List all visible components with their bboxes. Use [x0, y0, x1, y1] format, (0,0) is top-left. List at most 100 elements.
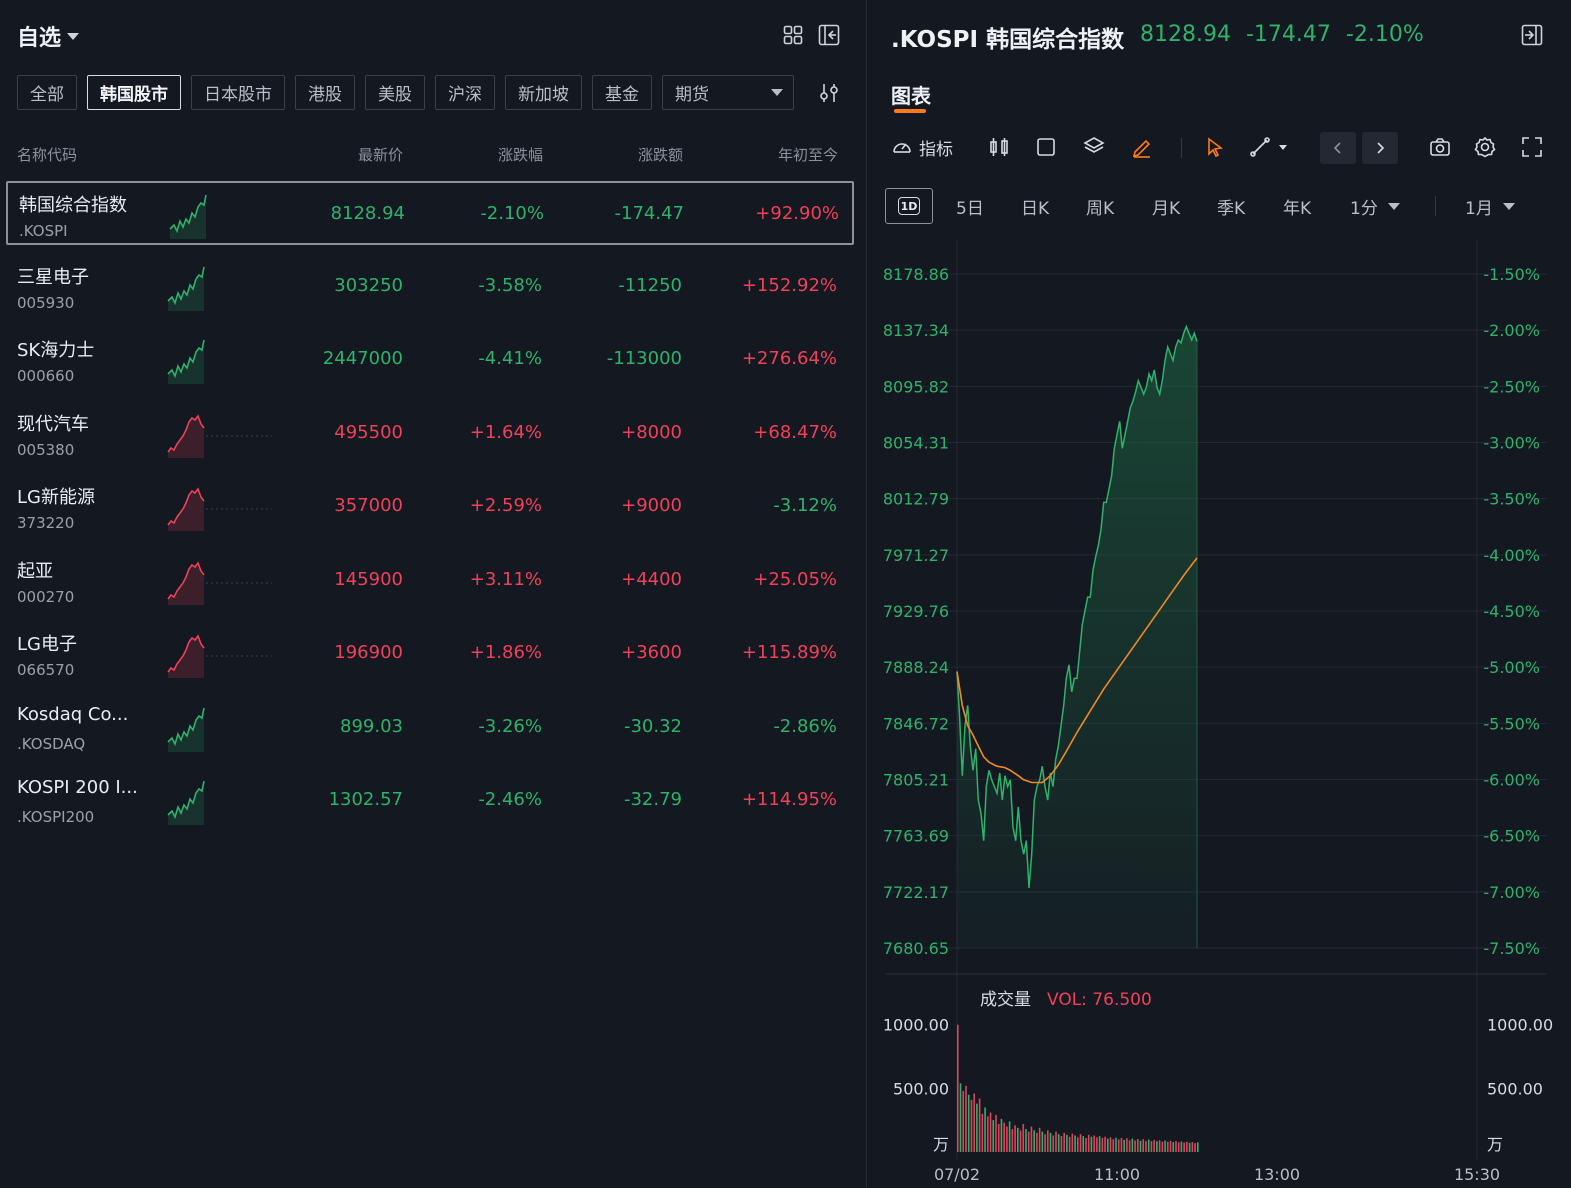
- watchlist-row[interactable]: 韩国综合指数 .KOSPI 8128.94 -2.10% -174.47 +92.90%: [6, 181, 854, 245]
- watchlist-row[interactable]: KOSPI 200 I... .KOSPI200 1302.57 -2.46% -32.…: [6, 769, 854, 833]
- y-tick-label: 8095.82: [883, 377, 949, 396]
- futures-select[interactable]: 期货: [662, 75, 794, 110]
- rectangle-icon[interactable]: [1035, 132, 1057, 162]
- volume-bar: [1066, 1134, 1068, 1152]
- intraday-chart[interactable]: 8178.86 8137.34 8095.82 8054.31 8012.79 7971.…: [867, 0, 1571, 1188]
- tab-chart[interactable]: 图表: [891, 80, 931, 109]
- watchlist-row[interactable]: 现代汽车 005380 495500 +1.64% +8000 +68.47%: [6, 402, 854, 466]
- candlestick-icon[interactable]: [988, 132, 1010, 162]
- tab-market-3[interactable]: 港股: [295, 75, 355, 110]
- watchlist-title[interactable]: 自选: [17, 20, 80, 52]
- watchlist-row[interactable]: LG新能源 373220 357000 +2.59% +9000 -3.12%: [6, 475, 854, 539]
- row-change-pct: -2.46%: [478, 789, 542, 810]
- period-button-5[interactable]: 年K: [1283, 188, 1311, 224]
- column-header-price[interactable]: 最新价: [320, 144, 403, 165]
- volume-bar: [1158, 1140, 1161, 1152]
- tab-market-6[interactable]: 新加坡: [505, 75, 582, 110]
- camera-icon[interactable]: [1429, 132, 1451, 162]
- row-change-amt: -30.32: [623, 715, 682, 737]
- x-tick-label: 13:00: [1254, 1165, 1300, 1184]
- period-bar: 1D 5日 日K 周K 月K 季K 年K 1分 1月: [885, 188, 1545, 224]
- column-header-name[interactable]: 名称代码: [17, 144, 77, 165]
- collapse-left-icon[interactable]: [818, 24, 840, 46]
- interval-select[interactable]: 1分: [1350, 188, 1400, 224]
- y-pct-tick-label: -2.00%: [1483, 321, 1540, 340]
- period-button-4[interactable]: 季K: [1217, 188, 1245, 224]
- tab-market-2[interactable]: 日本股市: [191, 75, 285, 110]
- volume-bar: [973, 1093, 975, 1152]
- x-tick-label: 15:30: [1454, 1165, 1500, 1184]
- tab-market-4[interactable]: 美股: [365, 75, 425, 110]
- caret-down-icon: [771, 89, 783, 96]
- volume-bar: [1161, 1141, 1164, 1152]
- period-button-1[interactable]: 日K: [1021, 188, 1049, 224]
- volume-bar: [1147, 1139, 1150, 1152]
- y-pct-tick-label: -3.50%: [1483, 490, 1540, 509]
- nav-next-button[interactable]: [1362, 132, 1398, 164]
- fullscreen-icon[interactable]: [1521, 132, 1543, 162]
- range-select[interactable]: 1月: [1465, 188, 1515, 224]
- volume-bar: [1033, 1130, 1035, 1152]
- watchlist-row[interactable]: LG电子 066570 196900 +1.86% +3600 +115.89%: [6, 622, 854, 686]
- column-header-change-amt[interactable]: 涨跌额: [600, 144, 683, 165]
- pencil-icon[interactable]: [1131, 132, 1153, 162]
- column-header-change-pct[interactable]: 涨跌幅: [460, 144, 543, 165]
- period-button-0[interactable]: 5日: [956, 188, 984, 224]
- tab-market-7[interactable]: 基金: [592, 75, 652, 110]
- period-button-3[interactable]: 月K: [1152, 188, 1180, 224]
- grid-icon[interactable]: [782, 24, 804, 46]
- volume-bar: [1120, 1138, 1123, 1152]
- layers-icon[interactable]: [1083, 132, 1105, 162]
- nav-prev-button[interactable]: [1320, 132, 1356, 164]
- volume-bar: [976, 1103, 978, 1152]
- watchlist-row[interactable]: Kosdaq Co... .KOSDAQ 899.03 -3.26% -30.32 -2.…: [6, 696, 854, 760]
- watchlist-row[interactable]: 起亚 000270 145900 +3.11% +4400 +25.05%: [6, 549, 854, 613]
- row-ytd: -2.86%: [773, 715, 837, 737]
- row-ytd: +152.92%: [741, 274, 837, 296]
- volume-bar: [989, 1112, 992, 1152]
- row-ytd: +276.64%: [741, 348, 837, 369]
- y-pct-tick-label: -6.00%: [1483, 771, 1540, 790]
- row-name: LG电子: [17, 634, 77, 655]
- volume-bar: [1082, 1136, 1085, 1152]
- average-line: [956, 557, 1198, 784]
- volume-bar: [1003, 1122, 1005, 1152]
- watchlist-row[interactable]: SK海力士 000660 2447000 -4.41% -113000 +276.64%: [6, 328, 854, 392]
- quote-price: 8128.94: [1140, 22, 1231, 47]
- sliders-icon[interactable]: [818, 82, 840, 108]
- indicator-button[interactable]: 指标: [891, 132, 953, 162]
- volume-bar: [1194, 1143, 1196, 1152]
- watchlist-row[interactable]: 三星电子 005930 303250 -3.58% -11250 +152.92%: [6, 255, 854, 319]
- volume-bar: [1038, 1127, 1041, 1152]
- line-tool-icon[interactable]: [1249, 132, 1289, 162]
- tab-market-0[interactable]: 全部: [17, 75, 77, 110]
- row-code: .KOSDAQ: [17, 734, 86, 753]
- volume-tick-label: 500.00: [893, 1079, 949, 1098]
- period-1d-button[interactable]: 1D: [885, 188, 933, 224]
- period-button-2[interactable]: 周K: [1086, 188, 1114, 224]
- volume-tick-label-right: 1000.00: [1487, 1016, 1553, 1035]
- volume-tick-label-right: 500.00: [1487, 1079, 1543, 1098]
- y-pct-tick-label: -7.50%: [1483, 939, 1540, 958]
- exit-panel-icon[interactable]: [1521, 24, 1543, 50]
- tab-market-5[interactable]: 沪深: [435, 75, 495, 110]
- x-tick-label: 07/02: [934, 1165, 980, 1184]
- volume-bar: [1188, 1142, 1191, 1152]
- volume-bar: [1011, 1129, 1014, 1152]
- chevron-left-icon: [1333, 142, 1341, 154]
- volume-bar: [1186, 1141, 1188, 1152]
- y-pct-tick-label: -2.50%: [1483, 377, 1540, 396]
- volume-bar: [1019, 1130, 1022, 1152]
- column-header-ytd[interactable]: 年初至今: [740, 144, 838, 165]
- volume-bar: [1068, 1136, 1071, 1152]
- quote-change: -174.47: [1245, 22, 1331, 47]
- gear-icon[interactable]: [1474, 132, 1496, 162]
- row-code: .KOSPI200: [17, 808, 95, 826]
- volume-bar: [1087, 1134, 1090, 1152]
- y-tick-label: 7722.17: [883, 883, 949, 902]
- cursor-icon[interactable]: [1204, 132, 1226, 162]
- y-tick-label: 7888.24: [883, 658, 949, 677]
- volume-label: 成交量: [980, 990, 1031, 1010]
- tab-market-1[interactable]: 韩国股市: [87, 75, 181, 110]
- row-code: 005930: [17, 293, 75, 312]
